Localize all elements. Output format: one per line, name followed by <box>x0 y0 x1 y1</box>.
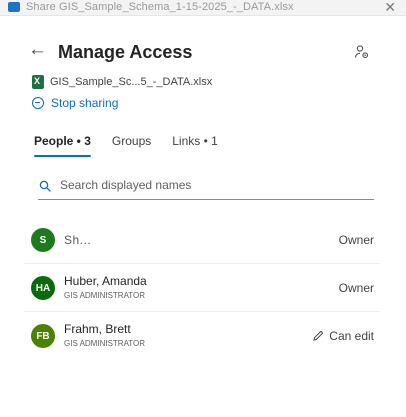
tab-people[interactable]: People • 3 <box>34 134 91 157</box>
access-tabs: People • 3 Groups Links • 1 <box>34 134 239 157</box>
share-app-icon <box>8 2 20 12</box>
permission-dropdown[interactable]: Owner <box>339 233 374 247</box>
window-titlebar: Share GIS_Sample_Schema_1-15-2025_-_DATA… <box>0 0 406 16</box>
manage-access-panel: ← Manage Access GIS_Sample_Sc...5_-_DATA… <box>12 16 392 348</box>
people-list: S Sh... Owner HA Huber, Amanda GIS ADMIN… <box>24 216 380 360</box>
permission-label: Owner <box>338 233 374 247</box>
permission-label: Owner <box>338 281 374 295</box>
list-item[interactable]: HA Huber, Amanda GIS ADMINISTRATOR Owner <box>24 264 380 312</box>
minus-circle-icon <box>32 97 44 109</box>
search-input[interactable] <box>60 177 340 192</box>
person-title: GIS ADMINISTRATOR <box>64 339 146 348</box>
person-name: Frahm, Brett <box>64 322 131 336</box>
permission-dropdown[interactable]: Owner <box>339 281 374 295</box>
back-arrow-icon[interactable]: ← <box>28 40 47 60</box>
person-title: GIS ADMINISTRATOR <box>64 291 146 300</box>
permission-label: Can edit <box>329 329 374 343</box>
shared-file: GIS_Sample_Sc...5_-_DATA.xlsx <box>32 74 212 90</box>
list-item[interactable]: FB Frahm, Brett GIS ADMINISTRATOR Can ed… <box>24 312 380 360</box>
people-settings-icon[interactable] <box>354 44 370 60</box>
close-icon[interactable]: ✕ <box>384 0 396 16</box>
avatar: FB <box>31 324 55 348</box>
list-item[interactable]: S Sh... Owner <box>24 216 380 264</box>
stop-sharing-button[interactable]: Stop sharing <box>32 96 118 110</box>
person-name: Sh... <box>64 233 92 247</box>
avatar: HA <box>31 276 55 300</box>
window-title: Share GIS_Sample_Schema_1-15-2025_-_DATA… <box>26 1 294 13</box>
avatar: S <box>31 228 55 252</box>
page-title: Manage Access <box>58 42 193 62</box>
search-icon <box>39 179 51 192</box>
tab-groups[interactable]: Groups <box>112 134 151 157</box>
stop-sharing-label: Stop sharing <box>51 96 119 110</box>
file-name: GIS_Sample_Sc...5_-_DATA.xlsx <box>50 76 213 88</box>
pencil-icon <box>312 330 324 342</box>
excel-file-icon <box>32 75 44 89</box>
search-box[interactable] <box>38 170 374 200</box>
person-name: Huber, Amanda <box>64 274 147 288</box>
tab-links[interactable]: Links • 1 <box>172 134 218 157</box>
permission-dropdown[interactable]: Can edit <box>312 329 374 343</box>
